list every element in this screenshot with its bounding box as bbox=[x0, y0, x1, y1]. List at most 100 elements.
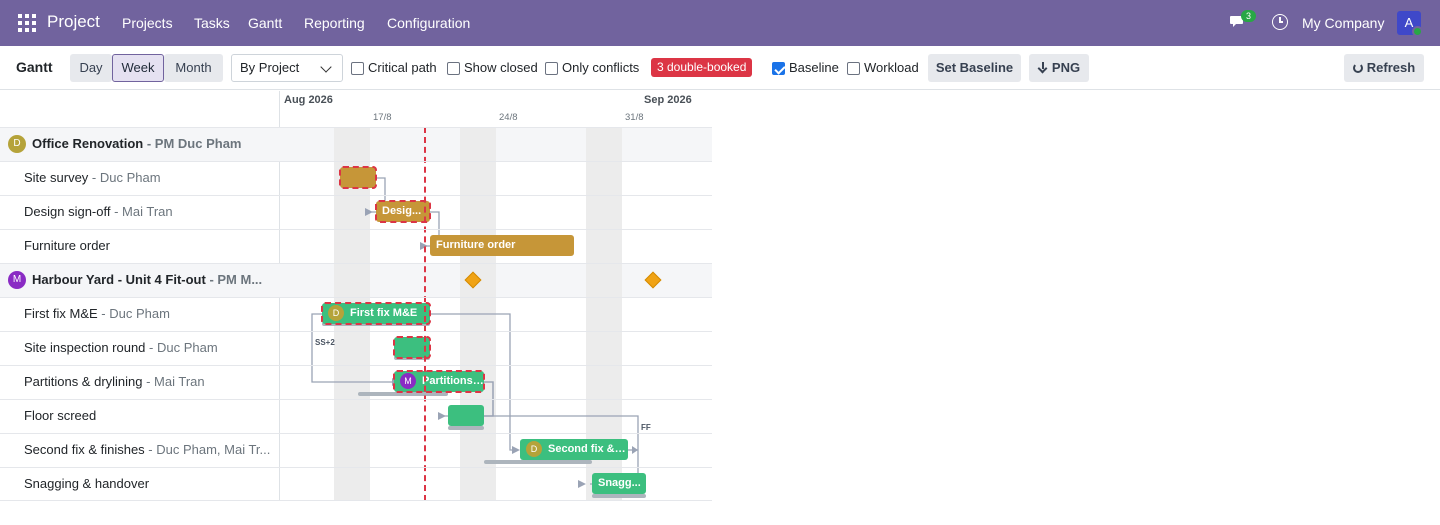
task-assignee: - Duc Pham bbox=[88, 170, 161, 185]
online-status-dot bbox=[1412, 26, 1423, 37]
arrow-head bbox=[632, 446, 638, 454]
task-row[interactable]: Floor screed bbox=[0, 399, 280, 433]
menu-projects[interactable]: Projects bbox=[122, 15, 173, 31]
group-by-select[interactable]: By Project bbox=[231, 54, 343, 82]
dependency-links bbox=[311, 177, 639, 488]
conflict-badge[interactable]: 3 double-booked bbox=[651, 58, 753, 77]
row-divider bbox=[0, 195, 712, 196]
group-pm: - PM Duc Pham bbox=[143, 136, 242, 151]
chat-count-badge: 3 bbox=[1241, 10, 1257, 22]
arrow-head bbox=[578, 480, 586, 488]
group-by-value: By Project bbox=[240, 60, 300, 75]
row-divider bbox=[0, 467, 712, 468]
menu-gantt[interactable]: Gantt bbox=[248, 15, 282, 31]
row-divider bbox=[0, 399, 712, 400]
group-row-office-renovation[interactable]: D Office Renovation - PM Duc Pham bbox=[0, 127, 280, 161]
row-divider bbox=[0, 161, 712, 162]
baseline-checkbox[interactable] bbox=[772, 62, 785, 75]
task-assignee: - Duc Pham bbox=[145, 340, 218, 355]
critical-path-checkbox[interactable] bbox=[351, 62, 364, 75]
show-closed-label: Show closed bbox=[464, 60, 538, 75]
today-line bbox=[424, 127, 426, 501]
gantt-chart: Aug 2026 Sep 2026 17/8 24/8 31/8 SS+2 FF… bbox=[0, 91, 712, 501]
download-icon bbox=[1038, 62, 1048, 73]
app-title[interactable]: Project bbox=[47, 12, 100, 32]
task-name: Design sign-off bbox=[24, 204, 111, 219]
app-menu-icon[interactable] bbox=[18, 14, 36, 32]
task-assignee: - Mai Tran bbox=[142, 374, 205, 389]
task-row[interactable]: Furniture order bbox=[0, 229, 280, 263]
company-switcher[interactable]: My Company bbox=[1302, 15, 1384, 31]
task-bar-design-signoff[interactable]: Desig... bbox=[375, 200, 431, 223]
show-closed-checkbox[interactable] bbox=[447, 62, 460, 75]
task-bar-partitions[interactable]: M Partitions ... bbox=[393, 370, 485, 393]
only-conflicts-checkbox[interactable] bbox=[545, 62, 558, 75]
menu-tasks[interactable]: Tasks bbox=[194, 15, 230, 31]
png-export-button[interactable]: PNG bbox=[1029, 54, 1089, 82]
task-bar-first-fix-label: First fix M&E bbox=[350, 307, 418, 319]
refresh-button[interactable]: Refresh bbox=[1344, 54, 1424, 82]
task-name: Snagging & handover bbox=[24, 476, 150, 491]
task-assignee: - Duc Pham bbox=[97, 306, 170, 321]
assignee-avatar: D bbox=[526, 441, 542, 458]
task-bar-second-fix-label: Second fix & f... bbox=[548, 443, 628, 455]
task-bar-furniture-order[interactable]: Furniture order bbox=[430, 235, 574, 256]
project-avatar: D bbox=[8, 135, 26, 153]
baseline-bar bbox=[484, 460, 592, 464]
dep-label-ss: SS+2 bbox=[315, 338, 335, 347]
task-bar-snagging[interactable]: Snagg... bbox=[592, 473, 646, 494]
arrow-head bbox=[512, 446, 520, 454]
critical-path-label: Critical path bbox=[368, 60, 437, 75]
row-divider bbox=[0, 263, 712, 264]
task-row[interactable]: Partitions & drylining - Mai Tran bbox=[0, 365, 280, 399]
task-bar-second-fix[interactable]: D Second fix & f... bbox=[520, 439, 628, 460]
task-row[interactable]: First fix M&E - Duc Pham bbox=[0, 297, 280, 331]
task-bar-first-fix[interactable]: D First fix M&E bbox=[321, 302, 431, 325]
baseline-bar bbox=[448, 426, 484, 430]
task-row[interactable]: Site inspection round - Duc Pham bbox=[0, 331, 280, 365]
top-navbar: Project Projects Tasks Gantt Reporting C… bbox=[0, 0, 1440, 46]
refresh-label: Refresh bbox=[1366, 60, 1416, 75]
activity-clock-icon[interactable] bbox=[1272, 14, 1288, 30]
group-name: Office Renovation bbox=[32, 136, 144, 151]
png-label: PNG bbox=[1051, 60, 1081, 75]
task-assignee: - Mai Tran bbox=[110, 204, 173, 219]
task-name: Site survey bbox=[24, 170, 89, 185]
scale-week-button[interactable]: Week bbox=[112, 54, 164, 82]
row-divider bbox=[0, 500, 712, 501]
set-baseline-button[interactable]: Set Baseline bbox=[928, 54, 1021, 82]
assignee-avatar: D bbox=[328, 305, 344, 322]
task-name: Site inspection round bbox=[24, 340, 146, 355]
row-divider bbox=[0, 229, 712, 230]
menu-reporting[interactable]: Reporting bbox=[304, 15, 365, 31]
task-bar-site-survey[interactable] bbox=[339, 166, 377, 189]
workload-checkbox[interactable] bbox=[847, 62, 860, 75]
row-divider bbox=[0, 365, 712, 366]
dep-label-ff: FF bbox=[641, 423, 651, 432]
task-name: First fix M&E bbox=[24, 306, 98, 321]
baseline-label: Baseline bbox=[789, 60, 839, 75]
task-bar-floor-screed[interactable] bbox=[448, 405, 484, 426]
task-name: Furniture order bbox=[24, 238, 110, 253]
baseline-bar bbox=[358, 392, 448, 396]
task-row[interactable]: Design sign-off - Mai Tran bbox=[0, 195, 280, 229]
group-pm: - PM M... bbox=[205, 272, 263, 287]
scale-month-button[interactable]: Month bbox=[164, 54, 223, 82]
row-divider bbox=[0, 331, 712, 332]
task-row[interactable]: Site survey - Duc Pham bbox=[0, 161, 280, 195]
row-divider bbox=[0, 297, 712, 298]
menu-configuration[interactable]: Configuration bbox=[387, 15, 470, 31]
task-row[interactable]: Second fix & finishes - Duc Pham, Mai Tr… bbox=[0, 433, 280, 467]
scale-day-button[interactable]: Day bbox=[70, 54, 112, 82]
gantt-row-headers: D Office Renovation - PM Duc Pham Site s… bbox=[0, 91, 280, 501]
task-name: Partitions & drylining bbox=[24, 374, 143, 389]
row-divider bbox=[0, 127, 712, 128]
refresh-icon bbox=[1352, 63, 1363, 73]
task-row[interactable]: Snagging & handover bbox=[0, 467, 280, 501]
task-bar-partitions-label: Partitions ... bbox=[422, 375, 484, 387]
row-divider bbox=[0, 433, 712, 434]
gantt-timeline: Aug 2026 Sep 2026 17/8 24/8 31/8 SS+2 FF… bbox=[280, 91, 712, 501]
page-title: Gantt bbox=[16, 59, 53, 75]
group-row-harbour-yard[interactable]: M Harbour Yard - Unit 4 Fit-out - PM M..… bbox=[0, 263, 280, 297]
group-name: Harbour Yard - Unit 4 Fit-out bbox=[32, 272, 206, 287]
